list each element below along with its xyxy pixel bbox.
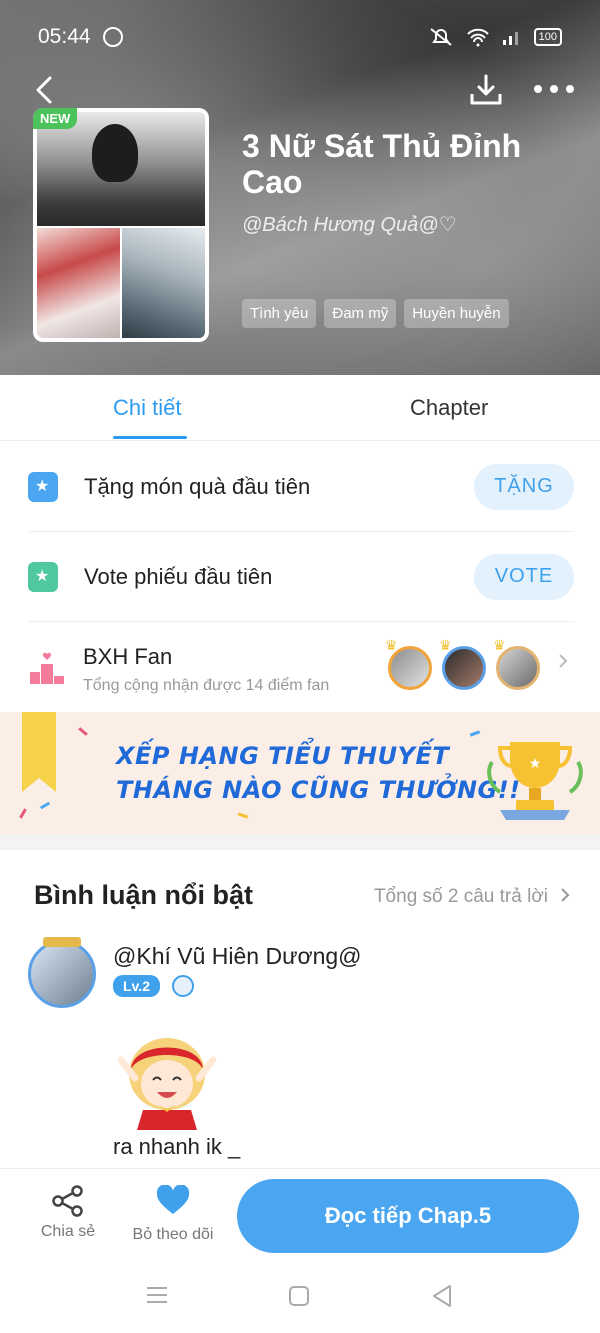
book-cover[interactable]: NEW — [33, 108, 209, 342]
top-nav — [30, 68, 574, 112]
status-time: 05:44 — [38, 25, 91, 48]
active-tab-indicator — [113, 436, 187, 439]
ticket-icon — [28, 561, 58, 592]
sticker-image — [117, 1038, 217, 1130]
ranking-promo-banner[interactable]: XẾP HẠNG TIỂU THUYẾT THÁNG NÀO CŨNG THƯỞ… — [0, 712, 600, 834]
share-label: Chia sẻ — [40, 1223, 96, 1240]
cover-image-bottom-right — [122, 228, 205, 338]
download-icon[interactable] — [468, 72, 504, 108]
unfollow-label: Bỏ theo dõi — [132, 1226, 214, 1243]
svg-text:★: ★ — [529, 756, 542, 772]
bottom-action-bar: Chia sẻ Bỏ theo dõi Đọc tiếp Chap.5 — [0, 1168, 600, 1264]
system-nav-bar — [0, 1264, 600, 1333]
more-options-icon[interactable] — [534, 82, 574, 96]
signal-icon — [502, 32, 518, 45]
continue-reading-button[interactable]: Đọc tiếp Chap.5 — [237, 1179, 579, 1253]
fan-avatar — [439, 637, 486, 690]
comment-text: ra nhanh ik _ — [113, 1134, 241, 1159]
fan-avatar — [493, 637, 540, 690]
banner-line-2: THÁNG NÀO CŨNG THƯỞNG!! — [116, 776, 521, 804]
share-button[interactable]: Chia sẻ — [38, 1185, 98, 1241]
rank-badge-icon — [172, 975, 194, 997]
trophy-icon: ★ — [487, 742, 583, 820]
book-title: 3 Nữ Sát Thủ Đỉnh Cao — [242, 128, 522, 200]
back-triangle-icon[interactable] — [430, 1284, 454, 1308]
section-divider — [0, 834, 600, 850]
tag-fantasy[interactable]: Huyền huyễn — [404, 299, 509, 328]
gift-icon — [28, 471, 58, 502]
podium-icon — [30, 652, 64, 684]
tab-details[interactable]: Chi tiết — [113, 395, 181, 421]
book-header: 05:44 100 NEW 3 Nữ Sát Thủ Đỉnh Cao @Bác… — [0, 0, 600, 375]
genre-tags: Tình yêu Đam mỹ Huyền huyễn — [242, 299, 509, 328]
notification-icon — [102, 27, 123, 47]
share-icon — [52, 1185, 83, 1217]
chevron-right-icon — [559, 654, 568, 668]
vote-button[interactable]: VOTE — [474, 553, 574, 600]
home-icon[interactable] — [289, 1286, 309, 1306]
status-bar: 05:44 100 — [38, 22, 562, 52]
tag-love[interactable]: Tình yêu — [242, 299, 317, 328]
comments-total-link[interactable]: Tổng số 2 câu trả lời — [374, 886, 548, 908]
level-badge: Lv.2 — [113, 975, 160, 997]
heart-icon — [156, 1184, 190, 1214]
fan-ranking-subtitle: Tổng cộng nhận được 14 điểm fan — [83, 677, 330, 694]
fan-avatar — [385, 637, 432, 690]
book-author[interactable]: @Bách Hương Quả@♡ — [242, 212, 457, 237]
recent-apps-icon[interactable] — [146, 1286, 168, 1304]
wifi-icon — [466, 28, 489, 47]
mute-icon — [430, 28, 452, 46]
fan-ranking-row[interactable]: BXH Fan Tổng cộng nhận được 14 điểm fan — [28, 622, 574, 712]
gift-row: Tặng món quà đầu tiên TẶNG — [28, 442, 574, 532]
banner-line-1: XẾP HẠNG TIỂU THUYẾT — [116, 742, 450, 770]
commenter-name[interactable]: @Khí Vũ Hiên Dương@ — [113, 943, 362, 970]
back-arrow-icon[interactable] — [30, 74, 62, 106]
tab-chapter[interactable]: Chapter — [410, 395, 488, 421]
commenter-avatar[interactable] — [28, 937, 96, 1008]
battery-indicator: 100 — [533, 28, 562, 46]
featured-comments-heading: Bình luận nổi bật — [34, 880, 253, 910]
cover-image-bottom-left — [37, 228, 120, 338]
cover-image-top — [37, 112, 205, 226]
gift-label: Tặng món quà đầu tiên — [84, 473, 311, 499]
gift-button[interactable]: TẶNG — [474, 463, 574, 510]
tab-bar: Chi tiết Chapter — [0, 375, 600, 441]
tag-bl[interactable]: Đam mỹ — [324, 299, 397, 328]
chevron-right-icon[interactable] — [558, 888, 572, 902]
vote-row: Vote phiếu đầu tiên VOTE — [28, 532, 574, 622]
unfollow-button[interactable]: Bỏ theo dõi — [130, 1184, 216, 1244]
fan-ranking-title: BXH Fan — [83, 644, 173, 669]
bookmark-ribbon-icon — [22, 712, 56, 792]
vote-label: Vote phiếu đầu tiên — [84, 563, 273, 589]
new-badge: NEW — [33, 108, 78, 129]
top-fan-avatars — [385, 637, 540, 690]
